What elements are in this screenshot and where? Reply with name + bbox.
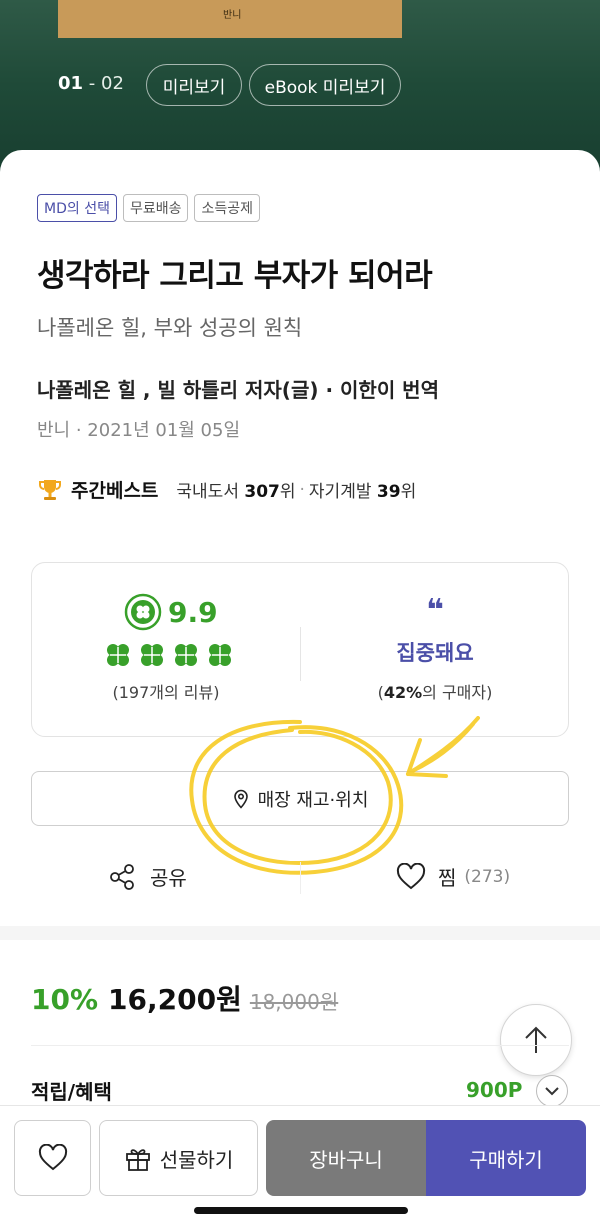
location-pin-icon	[233, 789, 248, 809]
cover-publisher-text: 반니	[223, 10, 242, 21]
scroll-to-top-button[interactable]	[500, 1004, 572, 1076]
keyword-summary[interactable]: ❝ 집중돼요 (42%의 구매자)	[301, 563, 569, 738]
feel-lucky-badge-icon	[124, 593, 162, 631]
heart-icon	[38, 1144, 67, 1171]
discount-rate: 10%	[31, 983, 99, 1016]
rating-summary[interactable]: 9.9 (197개의 리뷰)	[32, 563, 300, 738]
price-row: 10% 16,200원 18,000원	[31, 978, 338, 1018]
publisher-date: 반니 · 2021년 01월 05일	[37, 420, 241, 441]
buy-now-button[interactable]: 구매하기	[426, 1120, 586, 1196]
clover-icon	[209, 644, 231, 666]
bottom-wishlist-button[interactable]	[14, 1120, 91, 1196]
add-to-cart-button[interactable]: 장바구니	[266, 1120, 426, 1196]
page-total: - 02	[83, 73, 124, 94]
gift-icon	[125, 1149, 150, 1171]
share-label: 공유	[150, 866, 187, 890]
wishlist-count: (273)	[464, 866, 511, 887]
home-indicator	[194, 1207, 408, 1214]
product-detail-sheet: MD의 선택 무료배송 소득공제 생각하라 그리고 부자가 되어라 나폴레온 힐…	[0, 150, 600, 1226]
chevron-down-icon	[545, 1087, 559, 1096]
clover-icon	[175, 644, 197, 666]
gift-label: 선물하기	[159, 1147, 234, 1172]
share-button[interactable]: 공유	[108, 862, 187, 891]
store-stock-location-button[interactable]: 매장 재고·위치	[31, 771, 569, 826]
share-icon	[110, 863, 134, 890]
book-cover-image[interactable]: 반니	[58, 0, 402, 38]
review-summary-card[interactable]: 9.9 (197개의 리뷰) ❝ 집중돼요 (42%의 구매자)	[31, 562, 569, 737]
badge-list: MD의 선택 무료배송 소득공제	[37, 194, 261, 222]
weekly-best-label: 주간베스트	[71, 480, 159, 502]
rank-self-help: 자기계발 39위	[308, 482, 417, 502]
rank-domestic: 국내도서 307위	[176, 482, 296, 502]
book-title: 생각하라 그리고 부자가 되어라	[37, 258, 433, 294]
quote-icon: ❝	[426, 593, 444, 628]
review-keyword: 집중돼요	[396, 641, 474, 665]
preview-button[interactable]: 미리보기	[146, 64, 242, 106]
rating-clovers	[104, 641, 234, 669]
clover-icon	[141, 644, 163, 666]
section-divider	[0, 926, 600, 940]
reward-label: 적립/혜택	[31, 1080, 112, 1104]
sale-price: 16,200원	[108, 983, 242, 1016]
arrow-up-icon	[525, 1026, 547, 1053]
ebook-preview-button[interactable]: eBook 미리보기	[249, 64, 401, 106]
price-divider	[31, 1045, 569, 1046]
rating-score: 9.9	[168, 595, 218, 629]
wishlist-button[interactable]: 찜 (273)	[396, 862, 510, 891]
heart-icon	[396, 862, 426, 889]
original-price: 18,000원	[249, 990, 339, 1014]
preview-page-indicator: 01 - 02	[58, 73, 124, 94]
clover-icon	[107, 644, 129, 666]
action-divider	[300, 862, 301, 894]
buyer-percentage: (42%의 구매자)	[377, 683, 493, 702]
author-line[interactable]: 나폴레온 힐 , 빌 하틀리 저자(글) · 이한이 번역	[37, 374, 439, 403]
free-shipping-badge: 무료배송	[122, 194, 189, 222]
weekly-best-ranking[interactable]: 주간베스트 국내도서 307위 · 자기계발 39위	[37, 476, 416, 503]
wishlist-label: 찜	[438, 866, 457, 890]
store-stock-label: 매장 재고·위치	[257, 789, 369, 811]
md-choice-badge: MD의 선택	[37, 194, 117, 222]
tax-deduction-badge: 소득공제	[194, 194, 261, 222]
reward-expand-button[interactable]	[536, 1075, 568, 1107]
review-count: (197개의 리뷰)	[112, 683, 220, 702]
bottom-action-bar: 선물하기 장바구니 구매하기	[0, 1105, 600, 1226]
gift-button[interactable]: 선물하기	[99, 1120, 258, 1196]
reward-points: 900P	[466, 1078, 523, 1102]
trophy-icon	[39, 479, 61, 500]
book-subtitle: 나폴레온 힐, 부와 성공의 원칙	[37, 316, 303, 340]
page-current: 01	[58, 73, 84, 94]
